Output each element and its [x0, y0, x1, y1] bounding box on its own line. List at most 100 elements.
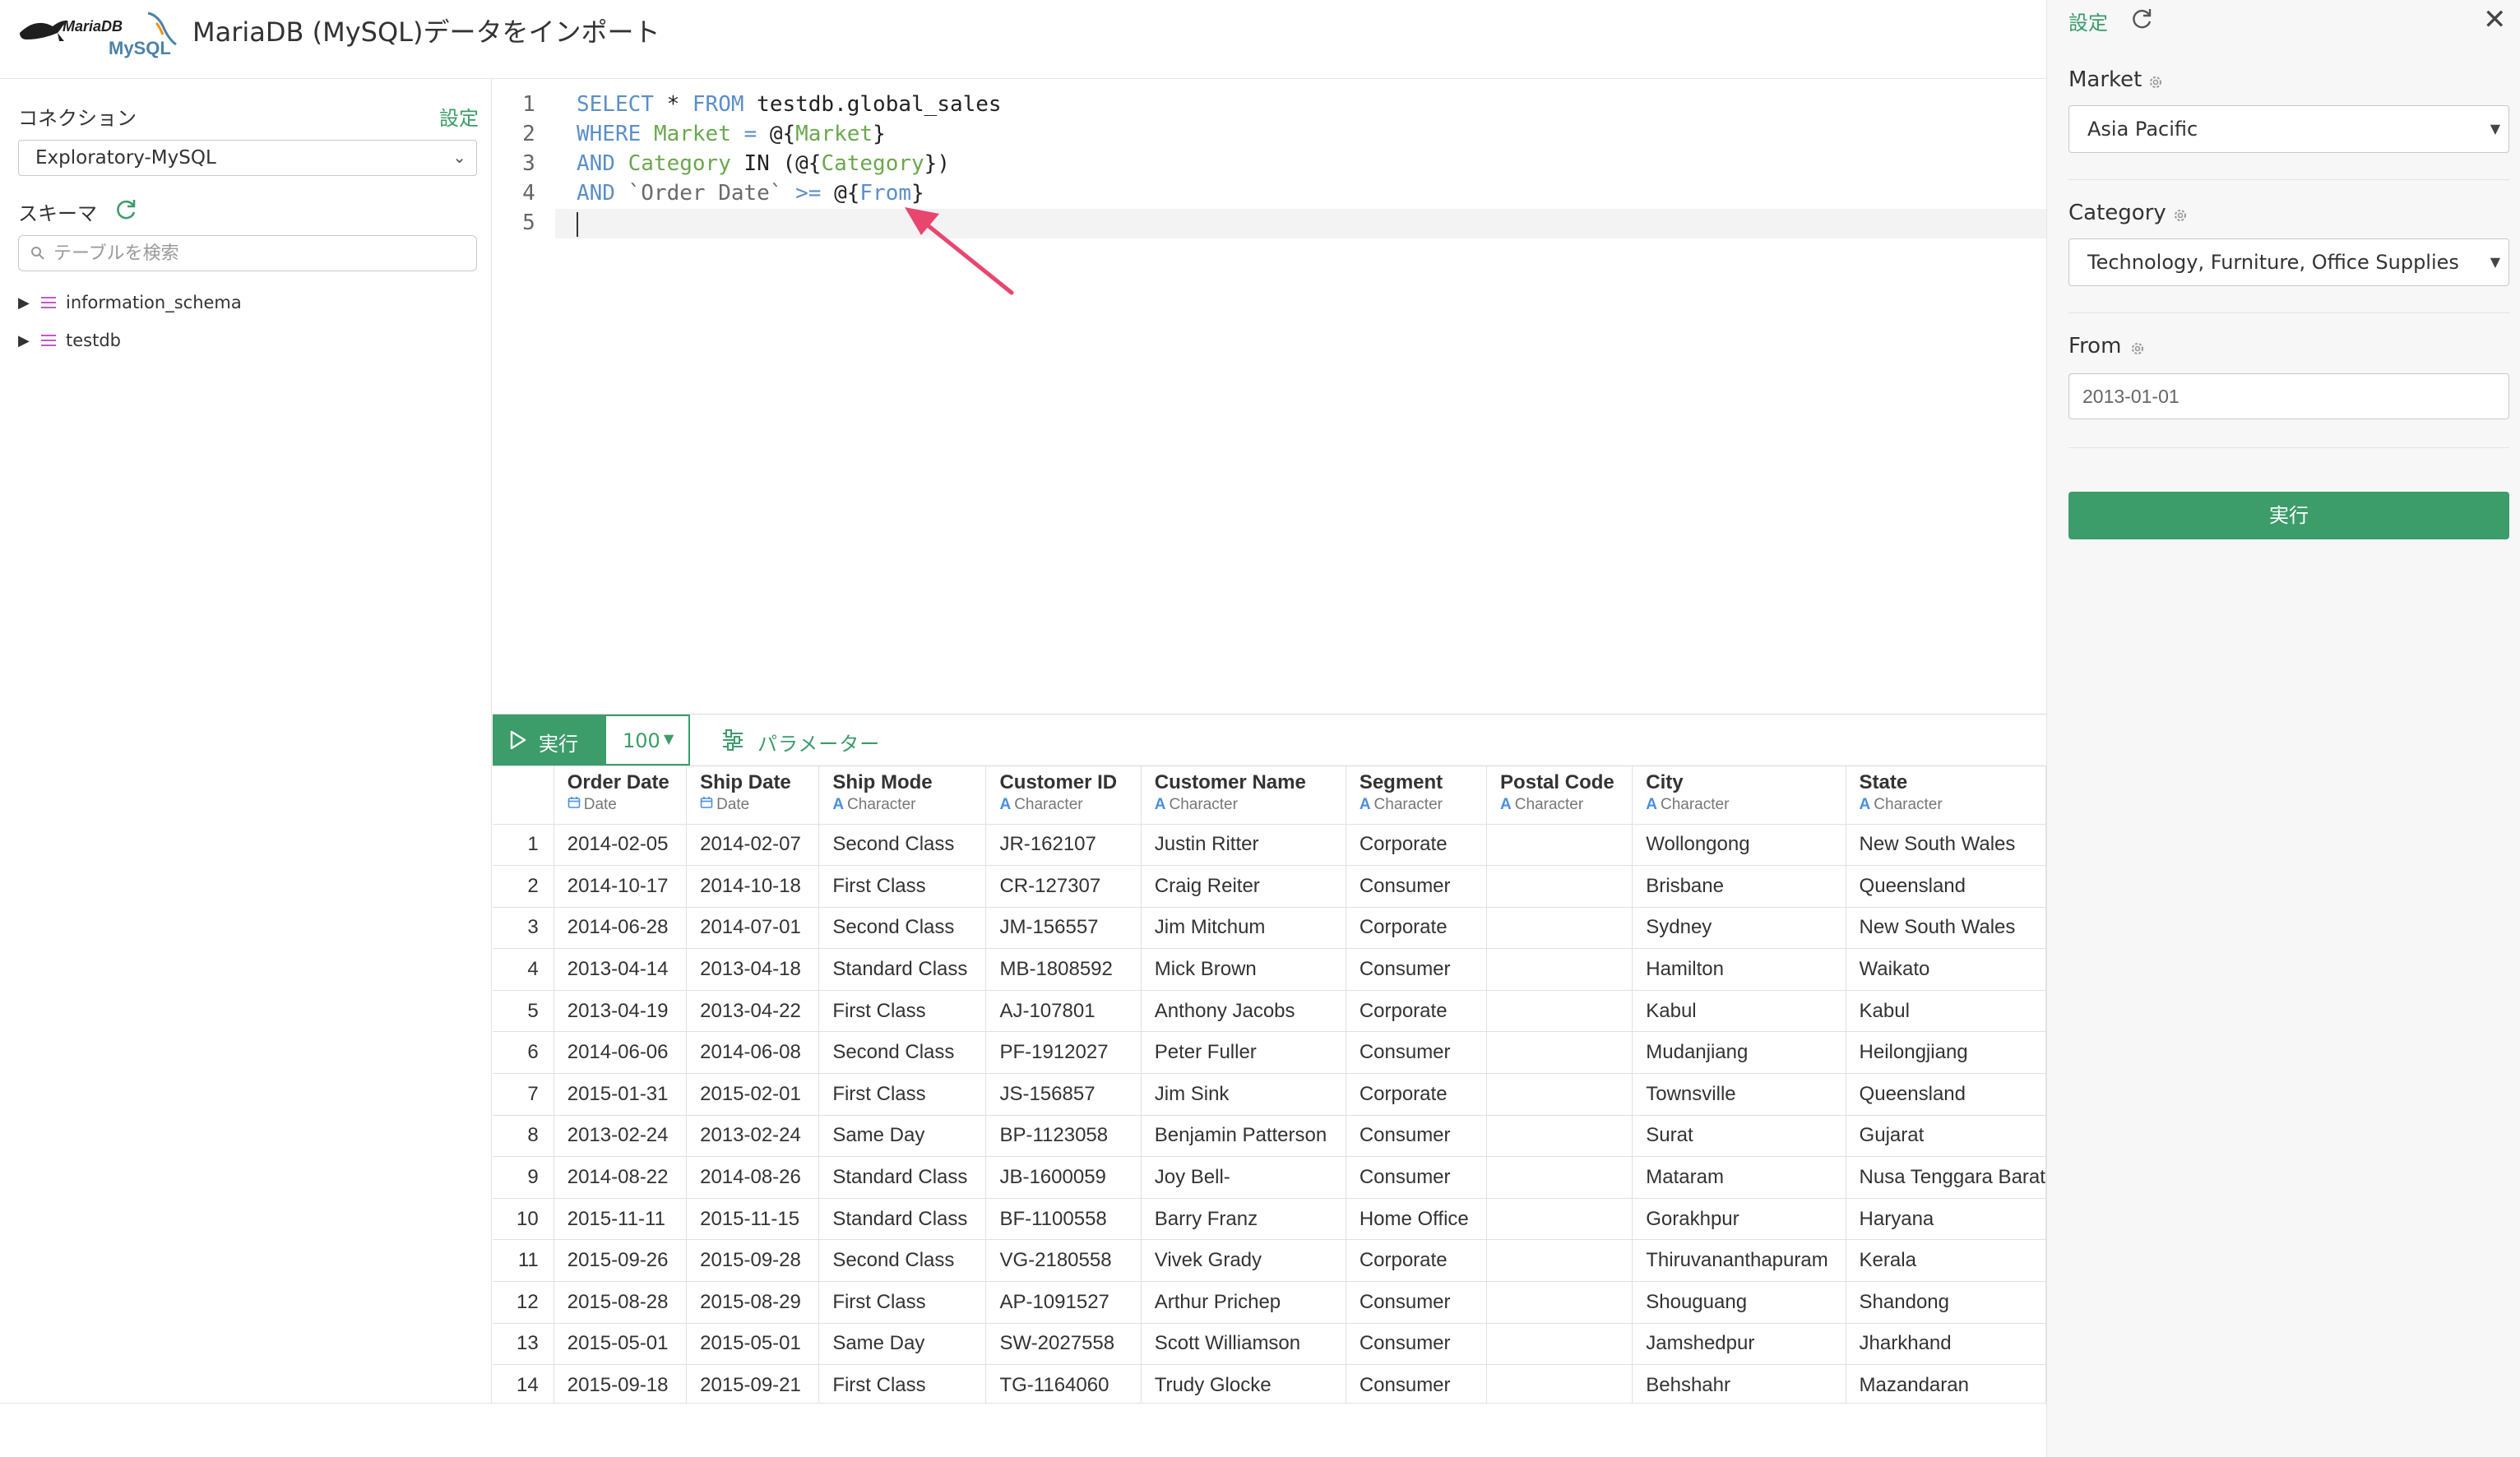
- code-token: =: [743, 122, 757, 146]
- search-icon: [31, 247, 44, 260]
- table-row[interactable]: 8 2013-02-24 2013-02-24 Same Day BP-1123058 B…: [493, 1115, 2046, 1158]
- column-header[interactable]: State A Character: [1846, 766, 2046, 825]
- parameters-button[interactable]: パラメーター: [721, 715, 902, 766]
- gear-icon[interactable]: [2129, 340, 2146, 357]
- connection-settings-link[interactable]: 設定: [439, 102, 479, 131]
- table-cell: Jharkhand: [1846, 1323, 2046, 1366]
- table-row[interactable]: 1 2014-02-05 2014-02-07 Second Class JR-1621…: [493, 824, 2046, 867]
- table-row[interactable]: 3 2014-06-28 2014-07-01 Second Class JM-1565…: [493, 907, 2046, 950]
- table-row[interactable]: 2 2014-10-17 2014-10-18 First Class CR-12730…: [493, 865, 2046, 908]
- table-cell: Behshahr: [1632, 1364, 1846, 1403]
- column-header[interactable]: City A Character: [1632, 766, 1846, 825]
- table-cell: BP-1123058: [985, 1115, 1142, 1158]
- column-type: A Character: [832, 796, 985, 814]
- table-cell: Gorakhpur: [1632, 1198, 1846, 1241]
- column-type: A Character: [1500, 796, 1632, 814]
- refresh-icon[interactable]: [113, 197, 138, 222]
- table-cell: First Class: [818, 1073, 987, 1116]
- table-cell: Corporate: [1346, 824, 1488, 867]
- results-grid[interactable]: Order Date Date Ship Date Date Ship Mode A Cha…: [493, 766, 2046, 1403]
- tree-item-label: information_schema: [66, 293, 242, 312]
- column-type-label: Character: [1660, 796, 1730, 813]
- gear-icon[interactable]: [2172, 207, 2189, 224]
- parameters-label: パラメーター: [757, 733, 881, 756]
- run-query-button[interactable]: 実行: [493, 715, 605, 766]
- caret-right-icon[interactable]: ▶: [18, 294, 30, 312]
- sql-editor[interactable]: 1 2 3 4 5 SELECT * FROM testdb.global_sales W…: [493, 79, 2046, 714]
- table-cell: 2013-04-14: [554, 948, 688, 991]
- row-limit-value: 100: [623, 729, 660, 752]
- code-line: SELECT * FROM testdb.global_sales: [577, 92, 1002, 117]
- from-date-input[interactable]: [2082, 384, 2494, 409]
- table-cell: 2014-06-28: [554, 907, 688, 950]
- caret-down-icon: ▼: [2490, 254, 2500, 270]
- table-cell: Townsville: [1632, 1073, 1846, 1116]
- table-cell: Standard Class: [818, 1198, 987, 1241]
- column-header[interactable]: Order Date Date: [554, 766, 688, 825]
- table-cell: [1486, 1115, 1633, 1158]
- run-parameters-button[interactable]: 実行: [2068, 492, 2509, 539]
- table-cell: Standard Class: [818, 1156, 987, 1199]
- table-cell: Same Day: [818, 1115, 987, 1158]
- from-date-field[interactable]: [2068, 373, 2509, 419]
- column-header[interactable]: Ship Mode A Character: [818, 766, 987, 825]
- table-cell: New South Wales: [1846, 824, 2046, 867]
- table-search-input[interactable]: [53, 241, 465, 266]
- table-row[interactable]: 9 2014-08-22 2014-08-26 Standard Class JB-16…: [493, 1156, 2046, 1199]
- code-line: WHERE Market = @{Market}: [577, 122, 886, 146]
- market-select[interactable]: Asia Pacific ▼: [2068, 105, 2509, 153]
- tree-item-information-schema[interactable]: ▶ information_schema: [18, 291, 347, 319]
- parameter-settings-link[interactable]: 設定: [2068, 7, 2108, 35]
- row-number: 13: [493, 1323, 554, 1366]
- column-name: City: [1646, 771, 1684, 793]
- table-row[interactable]: 10 2015-11-11 2015-11-15 Standard Class BF-1…: [493, 1198, 2046, 1241]
- table-cell: First Class: [818, 865, 987, 908]
- table-cell: 2015-09-21: [686, 1364, 820, 1403]
- schema-icon: [41, 297, 56, 308]
- gear-icon[interactable]: [2147, 74, 2164, 90]
- table-row[interactable]: 11 2015-09-26 2015-09-28 Second Class VG-218…: [493, 1239, 2046, 1283]
- table-cell: [1486, 1239, 1633, 1283]
- table-row[interactable]: 4 2013-04-14 2013-04-18 Standard Class MB-18…: [493, 948, 2046, 991]
- column-header[interactable]: Customer ID A Character: [985, 766, 1142, 825]
- table-cell: Anthony Jacobs: [1141, 990, 1346, 1033]
- table-row[interactable]: 13 2015-05-01 2015-05-01 Same Day SW-2027558…: [493, 1323, 2046, 1366]
- code-token: }: [873, 122, 886, 146]
- table-cell: Jamshedpur: [1632, 1323, 1846, 1366]
- table-cell: Kabul: [1632, 990, 1846, 1033]
- table-cell: Consumer: [1346, 1281, 1488, 1324]
- column-header[interactable]: Customer Name A Character: [1141, 766, 1346, 825]
- table-row[interactable]: 12 2015-08-28 2015-08-29 First Class AP-1091…: [493, 1281, 2046, 1324]
- table-cell: Corporate: [1346, 1073, 1488, 1116]
- table-cell: 2015-09-26: [554, 1239, 688, 1283]
- row-limit-select[interactable]: 100 ▼: [605, 715, 690, 766]
- table-row[interactable]: 7 2015-01-31 2015-02-01 First Class JS-15685…: [493, 1073, 2046, 1116]
- table-search-box[interactable]: [18, 235, 477, 271]
- column-header[interactable]: Postal Code A Character: [1486, 766, 1633, 825]
- column-name: Customer ID: [999, 771, 1118, 793]
- column-type-label: Character: [1373, 796, 1443, 813]
- code-token: Market: [653, 122, 731, 146]
- refresh-icon[interactable]: [2129, 7, 2154, 31]
- table-row[interactable]: 6 2014-06-06 2014-06-08 Second Class PF-1912…: [493, 1031, 2046, 1075]
- category-select[interactable]: Technology, Furniture, Office Supplies ▼: [2068, 238, 2509, 286]
- table-cell: [1486, 1198, 1633, 1241]
- table-cell: JS-156857: [985, 1073, 1142, 1116]
- table-cell: [1486, 865, 1633, 908]
- code-token: @{: [757, 122, 796, 146]
- connection-select[interactable]: Exploratory-MySQL ⌄: [18, 140, 477, 176]
- column-header[interactable]: Segment A Character: [1346, 766, 1488, 825]
- close-icon[interactable]: ✕: [2483, 3, 2507, 36]
- caret-right-icon[interactable]: ▶: [18, 332, 30, 349]
- table-row[interactable]: 5 2013-04-19 2013-04-22 First Class AJ-10780…: [493, 990, 2046, 1033]
- table-cell: Waikato: [1846, 948, 2046, 991]
- sliders-icon: [723, 729, 743, 751]
- table-row[interactable]: 14 2015-09-18 2015-09-21 First Class TG-1164…: [493, 1364, 2046, 1403]
- column-header[interactable]: Ship Date Date: [686, 766, 820, 825]
- column-type-label: Date: [583, 796, 617, 813]
- code-token: testdb.global_sales: [743, 92, 1002, 117]
- tree-item-testdb[interactable]: ▶ testdb: [18, 329, 347, 357]
- table-cell: [1486, 1031, 1633, 1075]
